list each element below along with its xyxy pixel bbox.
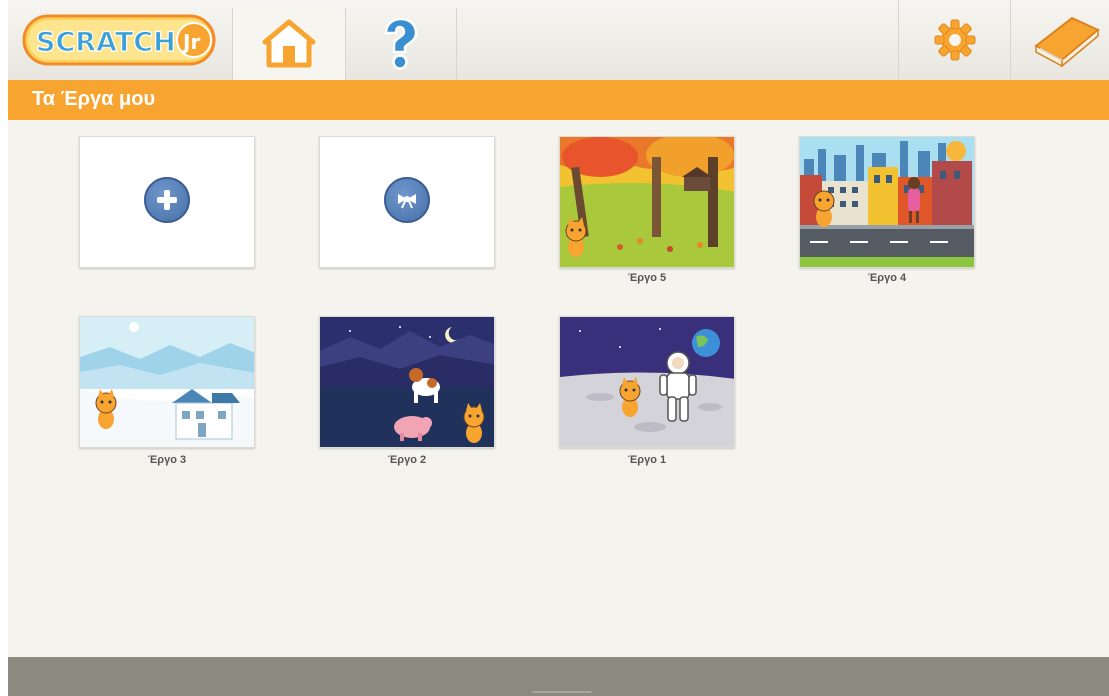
scroll-handle[interactable] xyxy=(532,691,592,693)
bottom-bar xyxy=(8,657,1109,696)
project-thumbnail[interactable] xyxy=(559,316,735,448)
new-project-button[interactable] xyxy=(144,177,190,223)
project-thumbnail[interactable] xyxy=(319,316,495,448)
project-name: Έργο 2 xyxy=(387,454,427,466)
project-name: Έργο 1 xyxy=(627,454,667,466)
app-window: SCRATCH Jr Τα Έργα μου Έργο 5 Έργο 4 Έργ… xyxy=(8,0,1109,696)
top-toolbar: SCRATCH Jr xyxy=(8,0,1109,81)
sample-projects-card[interactable] xyxy=(319,136,495,268)
svg-text:SCRATCH: SCRATCH xyxy=(36,27,176,58)
project-thumbnail[interactable] xyxy=(799,136,975,268)
project-name: Έργο 5 xyxy=(627,272,667,284)
new-project-card[interactable] xyxy=(79,136,255,268)
scratchjr-logo[interactable]: SCRATCH Jr xyxy=(22,10,218,70)
settings-button[interactable] xyxy=(898,0,1011,80)
guide-book-button[interactable] xyxy=(1010,0,1109,80)
project-thumbnail[interactable] xyxy=(79,316,255,448)
header-bar: Τα Έργα μου xyxy=(8,80,1109,120)
tab-help[interactable] xyxy=(344,8,457,80)
project-name: Έργο 4 xyxy=(867,272,907,284)
sample-projects-button[interactable] xyxy=(384,177,430,223)
project-thumbnail[interactable] xyxy=(559,136,735,268)
project-name: Έργο 3 xyxy=(147,454,187,466)
svg-text:Jr: Jr xyxy=(181,30,200,54)
tab-home[interactable] xyxy=(232,8,346,80)
page-title: Τα Έργα μου xyxy=(32,88,156,110)
